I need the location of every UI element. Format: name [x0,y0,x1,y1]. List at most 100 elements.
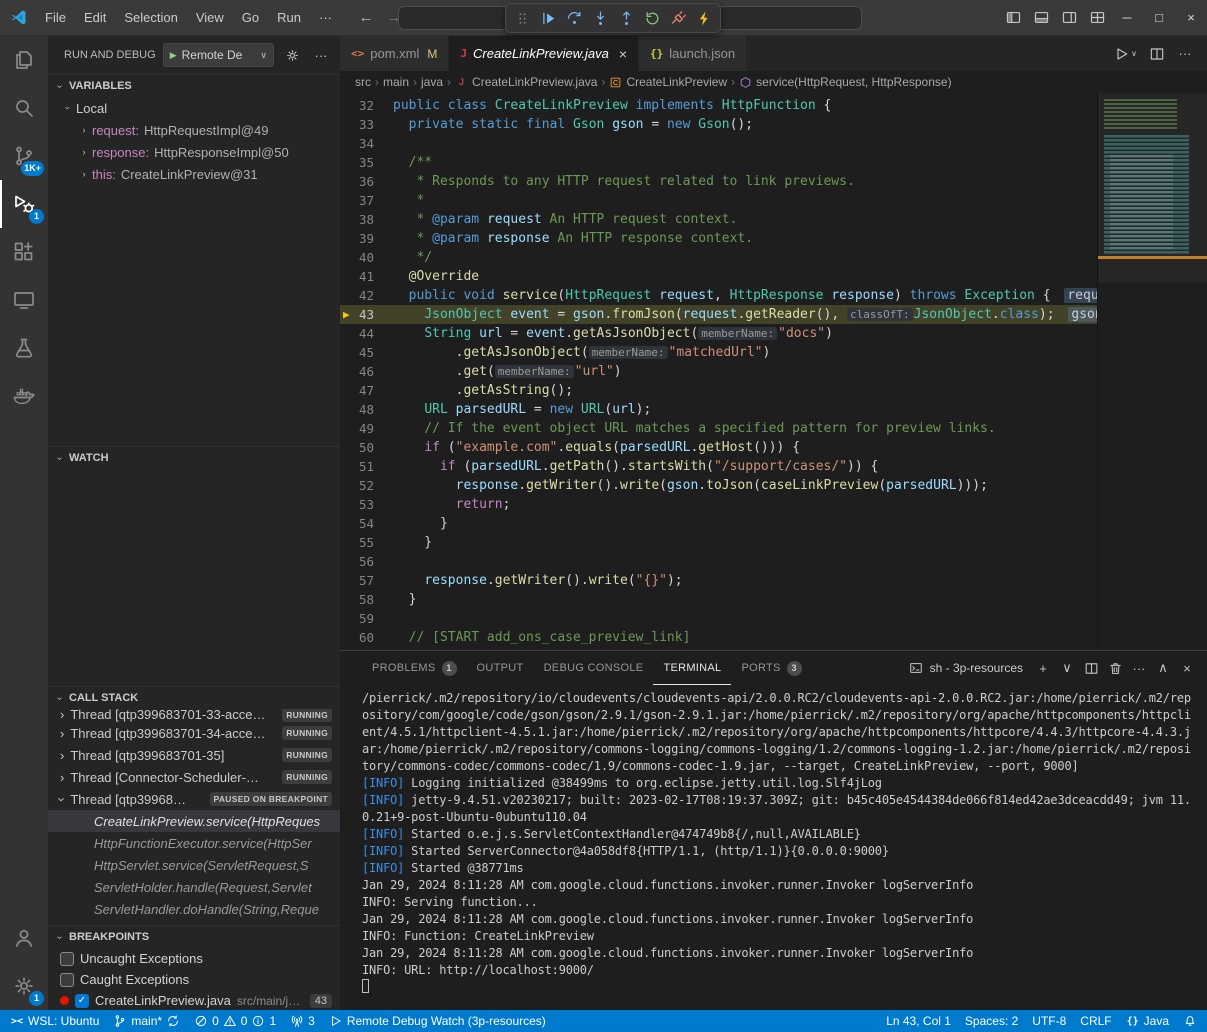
menu-file[interactable]: File [36,0,75,35]
debug-restart-button[interactable] [640,6,664,30]
new-terminal-button[interactable]: + [1033,658,1053,678]
go-back-icon[interactable]: ← [355,9,377,26]
activity-docker[interactable] [0,372,48,420]
maximize-panel-button[interactable]: ∧ [1153,658,1173,678]
checkbox[interactable] [60,952,74,966]
gutter-line-32[interactable]: 32 [340,96,386,116]
callstack-frame-row[interactable]: ServletHandler.doHandle(String,Reque [48,898,340,920]
callstack-frame-row[interactable]: HttpServlet.service(ServletRequest,S [48,854,340,876]
code-line-46[interactable]: 46 .get(memberName:"url") [340,362,1097,381]
minimap-slider[interactable] [1098,93,1207,283]
code-line-56[interactable]: 56 [340,552,1097,571]
gutter-line-56[interactable]: 56 [340,552,386,572]
code-line-34[interactable]: 34 [340,134,1097,153]
breakpoint-exception-row[interactable]: Uncaught Exceptions [48,948,340,969]
code-line-42[interactable]: 42 public void service(HttpRequest reque… [340,286,1097,305]
layout-grid-icon[interactable] [1083,0,1111,35]
checkbox[interactable]: ✓ [75,994,89,1008]
callstack-frame-row[interactable]: HttpFunctionExecutor.service(HttpSer [48,832,340,854]
split-editor-button[interactable] [1149,46,1165,62]
watch-section-header[interactable]: › WATCH [48,447,340,469]
code-line-32[interactable]: 32public class CreateLinkPreview impleme… [340,96,1097,115]
menu-go[interactable]: Go [233,0,268,35]
debug-continue-button[interactable] [536,6,560,30]
debug-config-selector[interactable]: ▶ Remote De ∨ [163,43,274,67]
code-editor[interactable]: 32public class CreateLinkPreview impleme… [340,93,1097,650]
debug-hot-code-replace-button[interactable] [692,6,716,30]
debug-status[interactable]: Remote Debug Watch (3p-resources) [322,1010,553,1032]
gutter-line-39[interactable]: 39 [340,229,386,249]
close-tab-icon[interactable]: × [619,47,627,61]
gutter-line-48[interactable]: 48 [340,400,386,420]
gutter-line-35[interactable]: 35 [340,153,386,173]
debug-gear-icon[interactable] [281,48,303,63]
language-indicator[interactable]: {}Java [1119,1010,1176,1032]
code-line-44[interactable]: 44 String url = event.getAsJsonObject(me… [340,324,1097,343]
gutter-line-58[interactable]: 58 [340,590,386,610]
debug-step-into-button[interactable] [588,6,612,30]
panel-more-button[interactable]: ··· [1129,658,1149,678]
code-line-55[interactable]: 55 } [340,533,1097,552]
panel-tab-problems[interactable]: PROBLEMS1 [362,651,467,685]
gutter-line-34[interactable]: 34 [340,134,386,154]
activity-run-and-debug[interactable]: 1 [0,180,48,228]
callstack-thread-row[interactable]: ›Thread [qtp399683701-35]RUNNING [48,744,340,766]
minimap[interactable] [1097,93,1207,650]
activity-remote-explorer[interactable] [0,276,48,324]
menu-more[interactable]: ··· [310,0,341,35]
tab-createlinkpreview-java[interactable]: JCreateLinkPreview.java× [449,36,639,71]
cursor-position[interactable]: Ln 43, Col 1 [879,1010,958,1032]
gutter-line-45[interactable]: 45 [340,343,386,363]
gutter-line-36[interactable]: 36 [340,172,386,192]
breadcrumb-item[interactable]: main [383,75,409,89]
layout-secondary-icon[interactable] [1055,0,1083,35]
gutter-line-44[interactable]: 44 [340,324,386,344]
gutter-line-46[interactable]: 46 [340,362,386,382]
code-line-57[interactable]: 57 response.getWriter().write("{}"); [340,571,1097,590]
checkbox[interactable] [60,973,74,987]
code-line-49[interactable]: 49 // If the event object URL matches a … [340,419,1097,438]
code-line-40[interactable]: 40 */ [340,248,1097,267]
gutter-line-33[interactable]: 33 [340,115,386,135]
launch-profile-button[interactable]: ∨ [1057,658,1077,678]
sidebar-more-icon[interactable]: ··· [310,48,332,63]
branch-indicator[interactable]: main* [106,1010,187,1032]
ports-indicator[interactable]: 3 [283,1010,322,1032]
remote-indicator[interactable]: ><WSL: Ubuntu [0,1010,106,1032]
gutter-line-55[interactable]: 55 [340,533,386,553]
gutter-line-53[interactable]: 53 [340,495,386,515]
variables-scope-local[interactable]: ›Local [48,97,340,119]
notifications-bell[interactable] [1176,1010,1207,1032]
breadcrumb-item[interactable]: src [355,75,371,89]
debug-start-icon[interactable]: ▶ [170,50,177,61]
panel-tab-debug-console[interactable]: DEBUG CONSOLE [534,651,654,685]
close-panel-button[interactable]: × [1177,658,1197,678]
run-java-button[interactable]: ∨ [1114,46,1137,62]
code-line-51[interactable]: 51 if (parsedURL.getPath().startsWith("/… [340,457,1097,476]
maximize-button[interactable]: □ [1143,0,1175,35]
variable-row[interactable]: ›response:HttpResponseImpl@50 [48,141,340,163]
split-terminal-button[interactable] [1081,658,1101,678]
variables-section-header[interactable]: › VARIABLES [48,75,340,97]
gutter-line-59[interactable]: 59 [340,609,386,629]
tab-launch-json[interactable]: {}launch.json [639,36,747,71]
breadcrumb-item[interactable]: JCreateLinkPreview.java [455,75,597,89]
gutter-line-52[interactable]: 52 [340,476,386,496]
code-line-53[interactable]: 53 return; [340,495,1097,514]
breadcrumb-item[interactable]: java [421,75,443,89]
code-line-45[interactable]: 45 .getAsJsonObject(memberName:"matchedU… [340,343,1097,362]
gutter-line-50[interactable]: 50 [340,438,386,458]
debug-step-out-button[interactable] [614,6,638,30]
tab-pom-xml[interactable]: <>pom.xmlM [340,36,449,71]
indentation-indicator[interactable]: Spaces: 2 [958,1010,1025,1032]
code-line-58[interactable]: 58 } [340,590,1097,609]
encoding-indicator[interactable]: UTF-8 [1025,1010,1073,1032]
activity-accounts[interactable] [0,914,48,962]
terminal-output[interactable]: /pierrick/.m2/repository/io/cloudevents/… [340,685,1207,1010]
activity-search[interactable] [0,84,48,132]
code-line-54[interactable]: 54 } [340,514,1097,533]
gutter-line-40[interactable]: 40 [340,248,386,268]
terminal-selector[interactable]: sh - 3p-resources [908,660,1023,676]
gutter-line-47[interactable]: 47 [340,381,386,401]
code-line-52[interactable]: 52 response.getWriter().write(gson.toJso… [340,476,1097,495]
